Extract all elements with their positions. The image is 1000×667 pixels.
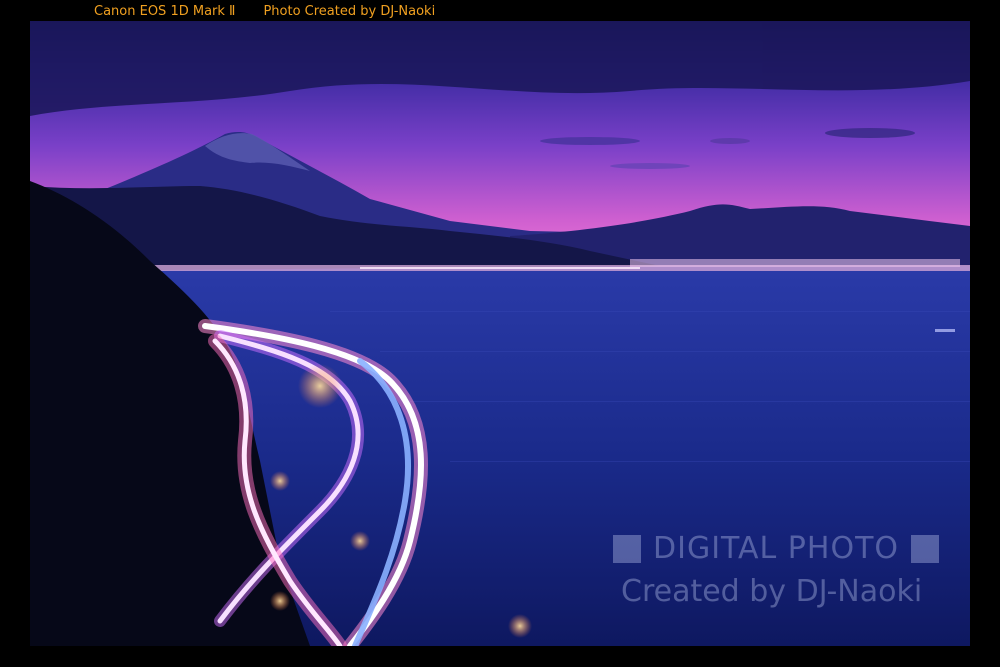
photo-frame: Canon EOS 1D Mark Ⅱ Photo Created by DJ-N… <box>0 0 1000 667</box>
landscape-photo: DIGITAL PHOTO Created by DJ-Naoki <box>30 21 970 646</box>
camera-label: Canon EOS 1D Mark Ⅱ <box>94 4 236 19</box>
photo-caption: Canon EOS 1D Mark Ⅱ Photo Created by DJ-N… <box>94 4 463 19</box>
photo-scene <box>30 21 970 646</box>
credit-label: Photo Created by DJ-Naoki <box>263 4 436 19</box>
boat <box>935 329 955 332</box>
